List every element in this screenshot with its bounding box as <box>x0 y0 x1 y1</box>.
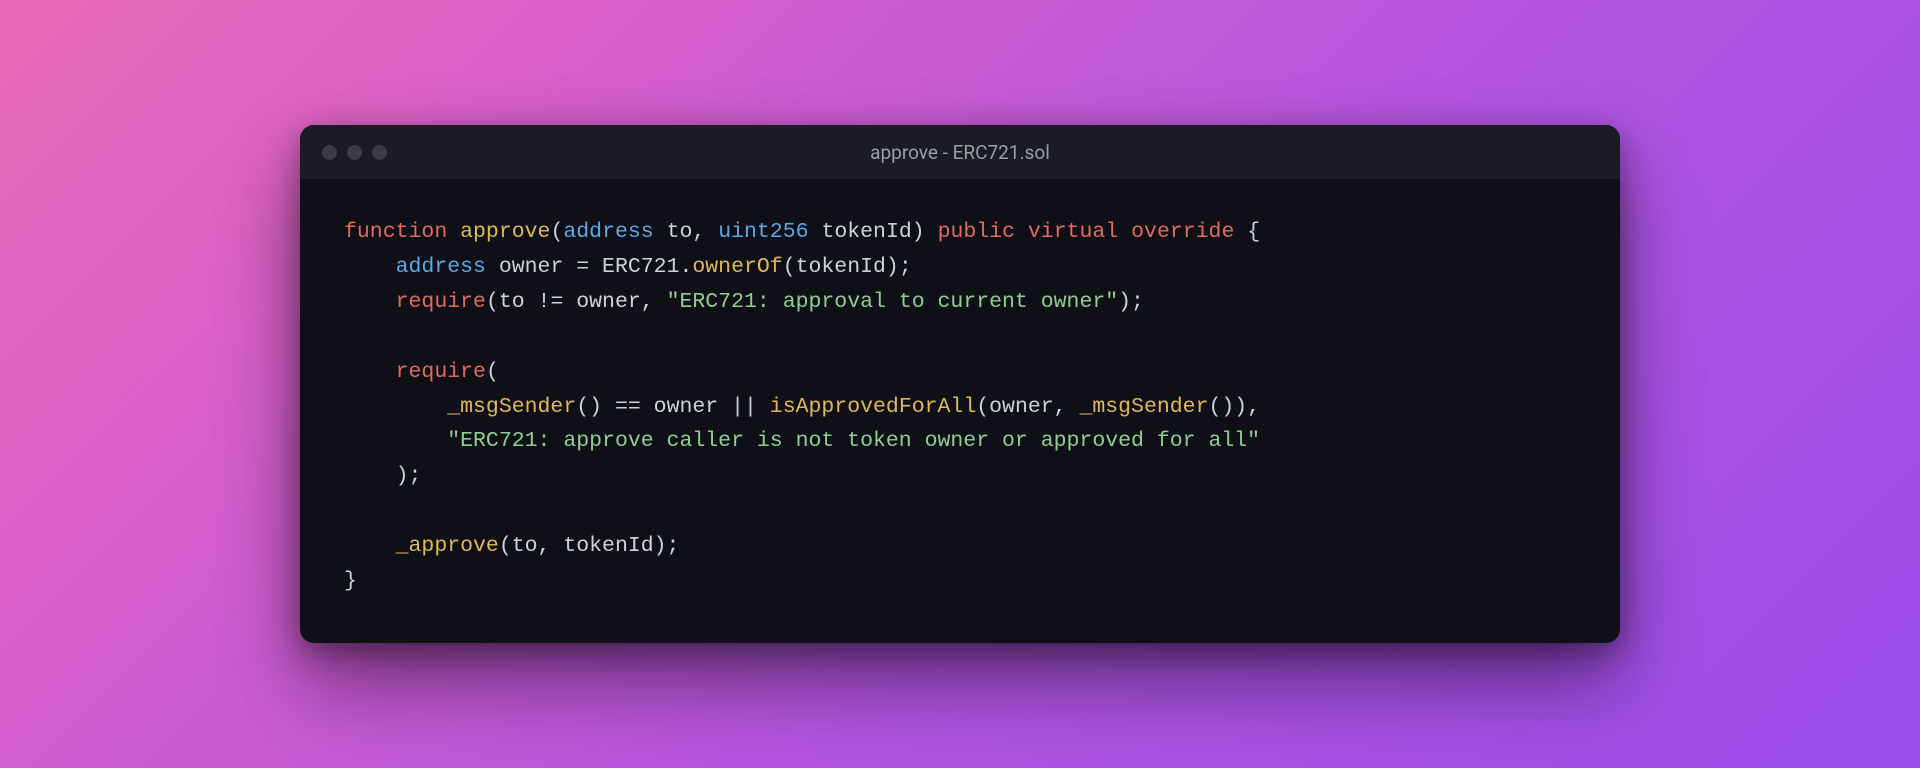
code-token <box>344 464 396 488</box>
code-token <box>925 220 938 244</box>
code-token: (tokenId); <box>783 255 912 279</box>
code-token: address <box>396 255 486 279</box>
code-token: require <box>396 360 486 384</box>
code-token: tokenId <box>809 220 912 244</box>
code-token: isApprovedForAll <box>770 395 976 419</box>
code-token: _msgSender <box>447 395 576 419</box>
code-token <box>344 290 396 314</box>
code-token <box>1015 220 1028 244</box>
code-token: to <box>654 220 693 244</box>
code-token: uint256 <box>718 220 808 244</box>
titlebar: approve - ERC721.sol <box>300 125 1620 179</box>
code-token: { <box>1234 220 1260 244</box>
code-token: (owner, <box>976 395 1079 419</box>
code-token: approve <box>460 220 550 244</box>
code-token: _approve <box>396 534 499 558</box>
code-token: (to, tokenId); <box>499 534 680 558</box>
code-token: function <box>344 220 447 244</box>
traffic-lights <box>322 145 387 160</box>
code-token <box>1118 220 1131 244</box>
code-token: override <box>1131 220 1234 244</box>
code-token <box>344 534 396 558</box>
code-token <box>344 395 447 419</box>
code-token: ); <box>1118 290 1144 314</box>
code-token: ) <box>912 220 925 244</box>
code-token: "ERC721: approve caller is not token own… <box>447 429 1260 453</box>
close-icon[interactable] <box>322 145 337 160</box>
code-token: _msgSender <box>1079 395 1208 419</box>
code-token <box>344 429 447 453</box>
code-token: require <box>396 290 486 314</box>
code-token: == owner || <box>602 395 770 419</box>
code-token: ownerOf <box>692 255 782 279</box>
code-token: () <box>576 395 602 419</box>
window-title: approve - ERC721.sol <box>300 141 1620 164</box>
minimize-icon[interactable] <box>347 145 362 160</box>
code-token: ); <box>396 464 422 488</box>
code-block: function approve(address to, uint256 tok… <box>300 179 1620 642</box>
code-token: address <box>563 220 653 244</box>
code-token: ( <box>550 220 563 244</box>
code-token: ( <box>486 360 499 384</box>
code-token: public <box>938 220 1015 244</box>
code-token: ()), <box>1208 395 1260 419</box>
code-token <box>344 255 396 279</box>
code-token: (to != owner, <box>486 290 667 314</box>
code-window: approve - ERC721.sol function approve(ad… <box>300 125 1620 642</box>
code-token: virtual <box>1028 220 1118 244</box>
code-token <box>344 360 396 384</box>
maximize-icon[interactable] <box>372 145 387 160</box>
code-token: "ERC721: approval to current owner" <box>667 290 1119 314</box>
code-token: } <box>344 569 357 593</box>
code-token: , <box>692 220 718 244</box>
code-token: owner = ERC721. <box>486 255 692 279</box>
